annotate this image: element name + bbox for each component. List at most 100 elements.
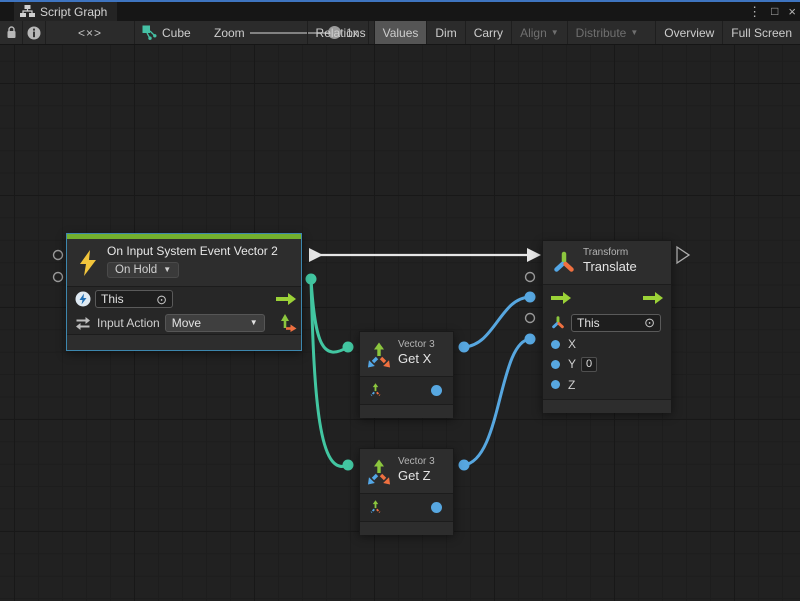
toolbar-view-buttons: Relations Values Dim Carry Align ▼ Distr… [307, 21, 800, 44]
object-picker-icon: ⊙ [156, 293, 167, 306]
getx-input-port[interactable] [343, 342, 354, 353]
graph-canvas[interactable]: On Input System Event Vector 2 On Hold ▼… [0, 45, 800, 601]
trigger-out-arrow-icon[interactable] [276, 293, 296, 305]
carry-button[interactable]: Carry [465, 21, 511, 44]
input-action-dropdown[interactable]: Move ▼ [165, 314, 265, 332]
getx-output-dot[interactable] [431, 385, 442, 396]
vector3-in-icon[interactable] [367, 382, 384, 399]
translate-node-title: Translate [583, 259, 665, 275]
wire-event-to-getx[interactable] [311, 279, 348, 352]
translate-y-row: Y 0 [543, 354, 671, 374]
code-preview-button[interactable]: <×> [46, 21, 135, 44]
maximize-icon[interactable]: □ [771, 2, 778, 21]
vector3-in-icon[interactable] [367, 499, 384, 516]
z-port-label: Z [568, 378, 575, 392]
vector2-out-icon[interactable] [279, 313, 297, 332]
translate-trigger-out-indicator [677, 247, 689, 263]
graph-name: Cube [162, 26, 191, 40]
titlebar-controls: ⋮ □ × [748, 2, 796, 21]
distribute-dropdown[interactable]: Distribute ▼ [567, 21, 647, 44]
chevron-down-icon: ▼ [551, 29, 559, 37]
event-node-title: On Input System Event Vector 2 [107, 244, 295, 259]
event-node-footer [67, 335, 301, 350]
translate-x-row: X [543, 334, 671, 354]
getx-output-wire-end[interactable] [459, 342, 470, 353]
node-vector3-get-x[interactable]: Vector 3 Get X [359, 331, 454, 417]
info-icon [27, 26, 41, 40]
graph-node-icon [142, 25, 157, 40]
script-graph-window: Script Graph ⋮ □ × <×> [0, 0, 800, 601]
align-dropdown[interactable]: Align ▼ [511, 21, 567, 44]
info-button[interactable] [23, 21, 46, 44]
relations-button[interactable]: Relations [307, 21, 374, 44]
input-action-icon [75, 315, 91, 331]
transform-icon [552, 251, 576, 275]
getz-input-port[interactable] [343, 460, 354, 471]
event-this-port[interactable] [54, 251, 63, 260]
wire-getz-to-z[interactable] [464, 339, 530, 465]
x-port-dot[interactable] [551, 340, 560, 349]
more-menu-icon[interactable]: ⋮ [748, 2, 761, 21]
x-port-label: X [568, 337, 576, 351]
overview-button[interactable]: Overview [655, 21, 722, 44]
close-icon[interactable]: × [788, 2, 796, 21]
translate-node-header: Transform Translate [543, 241, 671, 284]
event-mode-dropdown[interactable]: On Hold ▼ [107, 262, 179, 278]
graph-toolbar: <×> Cube Zoom 1x Relations Values Dim Ca… [0, 21, 800, 45]
node-transform-translate[interactable]: Transform Translate [542, 240, 672, 412]
vector3-icon [365, 341, 393, 369]
flow-wire-start-arrow [309, 248, 323, 262]
translate-this-field[interactable]: This ⊙ [571, 314, 661, 332]
wire-getx-to-x[interactable] [464, 297, 530, 347]
z-port-dot[interactable] [551, 380, 560, 389]
trigger-in-arrow-icon[interactable] [551, 292, 571, 304]
values-button[interactable]: Values [374, 21, 427, 44]
translate-this-row: This ⊙ [543, 311, 671, 334]
event-this-field[interactable]: This ⊙ [95, 290, 173, 308]
y-value-field[interactable]: 0 [581, 357, 597, 372]
translate-z-row: Z [543, 374, 671, 395]
getz-output-wire-end[interactable] [459, 460, 470, 471]
tab-script-graph[interactable]: Script Graph [14, 2, 117, 21]
translate-y-port[interactable] [526, 314, 535, 323]
tab-bar: Script Graph ⋮ □ × [0, 2, 800, 21]
vector3-icon [365, 458, 393, 486]
node-on-input-system-event[interactable]: On Input System Event Vector 2 On Hold ▼… [66, 233, 302, 351]
translate-z-port[interactable] [525, 334, 536, 345]
input-action-label: Input Action [97, 316, 160, 330]
getx-node-footer [360, 405, 453, 418]
translate-trigger-row [543, 285, 671, 311]
object-picker-icon: ⊙ [644, 316, 655, 329]
tab-label: Script Graph [40, 5, 107, 19]
fullscreen-button[interactable]: Full Screen [722, 21, 800, 44]
zoom-label: Zoom [214, 21, 245, 44]
getz-output-dot[interactable] [431, 502, 442, 513]
chevron-down-icon: ▼ [630, 29, 638, 37]
getx-port-row [360, 377, 453, 404]
translate-x-port[interactable] [525, 292, 536, 303]
node-vector3-get-z[interactable]: Vector 3 Get Z [359, 448, 454, 534]
flow-wire-end-arrow [527, 248, 541, 262]
lock-button[interactable] [0, 21, 23, 44]
code-icon: <×> [78, 26, 102, 40]
trigger-out-arrow-icon[interactable] [643, 292, 663, 304]
event-vector2-out-port[interactable] [306, 274, 317, 285]
event-this-row: This ⊙ [67, 287, 301, 311]
dim-button[interactable]: Dim [426, 21, 464, 44]
translate-this-port[interactable] [526, 273, 535, 282]
lightning-bolt-icon [77, 250, 99, 276]
getz-node-title: Get Z [398, 468, 449, 484]
graph-breadcrumb[interactable]: Cube [138, 21, 195, 44]
getz-node-header: Vector 3 Get Z [360, 449, 453, 493]
y-port-label: Y [568, 357, 576, 371]
event-action-port[interactable] [54, 273, 63, 282]
chevron-down-icon: ▼ [250, 319, 258, 327]
wire-event-to-getz[interactable] [311, 279, 348, 466]
event-node-header: On Input System Event Vector 2 On Hold ▼ [67, 239, 301, 286]
translate-group-label: Transform [583, 247, 665, 259]
getx-group-label: Vector 3 [398, 339, 449, 351]
chevron-down-icon: ▼ [163, 266, 171, 274]
getz-group-label: Vector 3 [398, 456, 449, 468]
gameobject-self-icon [75, 291, 91, 307]
y-port-dot[interactable] [551, 360, 560, 369]
